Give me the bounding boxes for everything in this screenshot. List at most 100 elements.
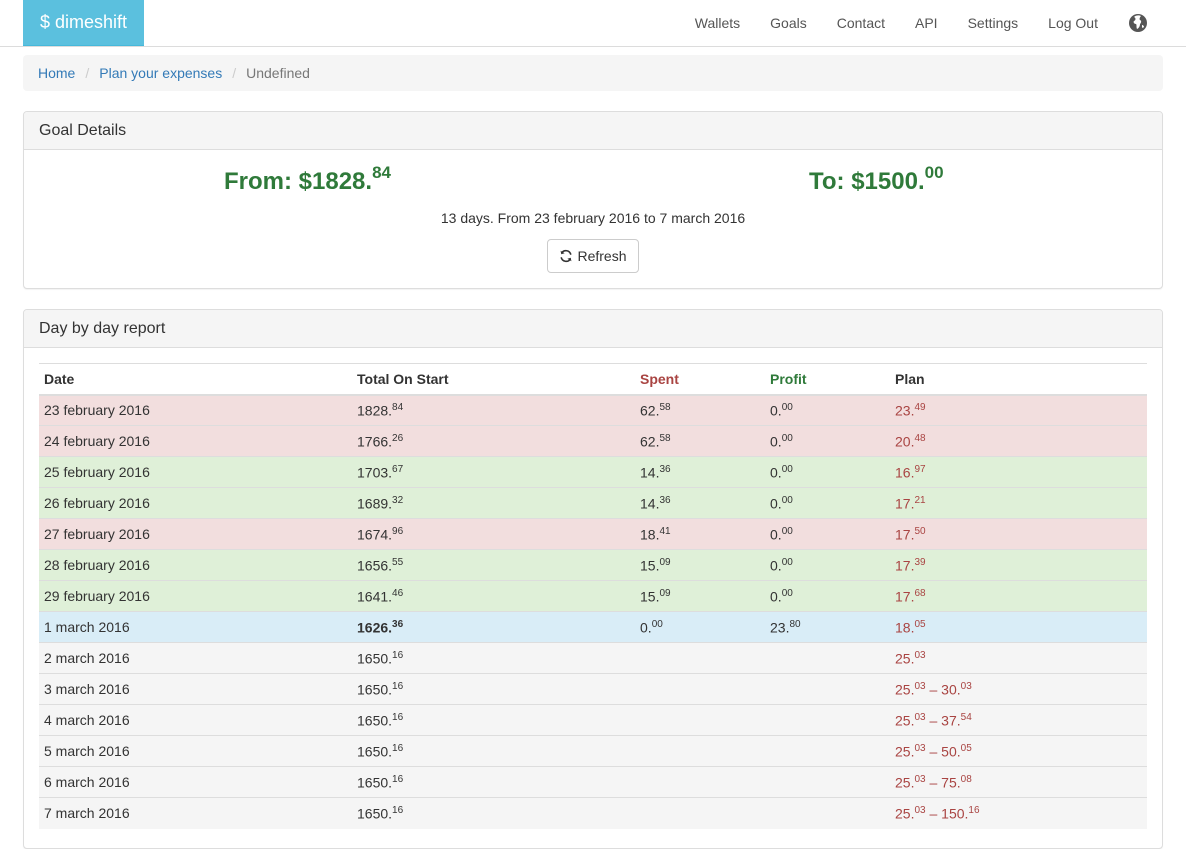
table-row: 1 march 2016 1626.36 0.00 23.80 18.05 [39, 611, 1147, 643]
table-row: 24 february 2016 1766.26 62.58 0.00 20.48 [39, 425, 1147, 457]
brand-logo[interactable]: $ dimeshift [23, 0, 144, 46]
cell-profit [765, 704, 890, 736]
cell-total: 1674.96 [352, 518, 635, 550]
table-body: 23 february 2016 1828.84 62.58 0.00 23.49 24 … [39, 394, 1147, 829]
nav-logout[interactable]: Log Out [1033, 0, 1113, 46]
nav-contact[interactable]: Contact [822, 0, 900, 46]
cell-total: 1650.16 [352, 673, 635, 705]
refresh-button[interactable]: Refresh [547, 239, 639, 273]
header-plan: Plan [890, 363, 1147, 396]
cell-date: 4 march 2016 [39, 704, 352, 736]
goal-details-panel: Goal Details From: $1828.84 To: $1500.00… [23, 111, 1163, 289]
table-row: 25 february 2016 1703.67 14.36 0.00 16.97 [39, 456, 1147, 488]
table-row: 23 february 2016 1828.84 62.58 0.00 23.49 [39, 394, 1147, 426]
cell-total: 1650.16 [352, 642, 635, 674]
breadcrumb-current: Undefined [246, 65, 310, 81]
goal-to-amount: To: $1500.00 [809, 163, 944, 195]
cell-spent: 14.36 [635, 487, 765, 519]
cell-date: 1 march 2016 [39, 611, 352, 643]
cell-date: 28 february 2016 [39, 549, 352, 581]
cell-total: 1650.16 [352, 797, 635, 829]
breadcrumb: Home / Plan your expenses / Undefined [23, 55, 1163, 91]
cell-spent: 14.36 [635, 456, 765, 488]
table-row: 28 february 2016 1656.55 15.09 0.00 17.39 [39, 549, 1147, 581]
breadcrumb-plan[interactable]: Plan your expenses [99, 65, 222, 81]
cell-spent [635, 673, 765, 705]
cell-date: 5 march 2016 [39, 735, 352, 767]
cell-date: 26 february 2016 [39, 487, 352, 519]
breadcrumb-home[interactable]: Home [38, 65, 75, 81]
cell-profit: 0.00 [765, 549, 890, 581]
goal-amounts: From: $1828.84 To: $1500.00 [24, 150, 1162, 210]
cell-date: 29 february 2016 [39, 580, 352, 612]
cell-total: 1626.36 [352, 611, 635, 643]
cell-plan: 25.03 – 37.54 [890, 704, 1147, 736]
cell-plan: 17.68 [890, 580, 1147, 612]
table-row: 3 march 2016 1650.16 25.03 – 30.03 [39, 673, 1147, 705]
nav-wallets[interactable]: Wallets [680, 0, 755, 46]
goal-from-amount: From: $1828.84 [224, 163, 391, 195]
day-report-table: Date Total On Start Spent Profit Plan 23… [39, 363, 1147, 829]
cell-spent [635, 797, 765, 829]
cell-total: 1650.16 [352, 766, 635, 798]
cell-profit: 0.00 [765, 456, 890, 488]
cell-spent: 18.41 [635, 518, 765, 550]
cell-date: 23 february 2016 [39, 394, 352, 426]
table-row: 26 february 2016 1689.32 14.36 0.00 17.21 [39, 487, 1147, 519]
cell-total: 1650.16 [352, 735, 635, 767]
table-row: 2 march 2016 1650.16 25.03 [39, 642, 1147, 674]
table-row: 7 march 2016 1650.16 25.03 – 150.16 [39, 797, 1147, 829]
cell-plan: 17.39 [890, 549, 1147, 581]
cell-date: 3 march 2016 [39, 673, 352, 705]
day-report-panel: Day by day report Date Total On Start Sp… [23, 309, 1163, 849]
cell-profit: 0.00 [765, 487, 890, 519]
refresh-icon [560, 249, 573, 263]
cell-plan: 17.21 [890, 487, 1147, 519]
cell-date: 6 march 2016 [39, 766, 352, 798]
nav-api[interactable]: API [900, 0, 953, 46]
table-header-row: Date Total On Start Spent Profit Plan [39, 363, 1147, 396]
cell-date: 27 february 2016 [39, 518, 352, 550]
cell-profit: 0.00 [765, 425, 890, 457]
cell-profit [765, 797, 890, 829]
table-row: 27 february 2016 1674.96 18.41 0.00 17.50 [39, 518, 1147, 550]
cell-plan: 25.03 – 50.05 [890, 735, 1147, 767]
cell-total: 1703.67 [352, 456, 635, 488]
cell-plan: 17.50 [890, 518, 1147, 550]
cell-plan: 25.03 – 150.16 [890, 797, 1147, 829]
nav-goals[interactable]: Goals [755, 0, 822, 46]
cell-date: 2 march 2016 [39, 642, 352, 674]
cell-profit [765, 673, 890, 705]
cell-total: 1656.55 [352, 549, 635, 581]
cell-profit: 0.00 [765, 394, 890, 426]
table-row: 29 february 2016 1641.46 15.09 0.00 17.68 [39, 580, 1147, 612]
cell-plan: 25.03 – 75.08 [890, 766, 1147, 798]
cell-spent: 0.00 [635, 611, 765, 643]
header-date: Date [39, 363, 352, 396]
header-profit: Profit [765, 363, 890, 396]
globe-icon[interactable] [1128, 13, 1148, 33]
cell-spent [635, 735, 765, 767]
cell-plan: 25.03 – 30.03 [890, 673, 1147, 705]
table-row: 6 march 2016 1650.16 25.03 – 75.08 [39, 766, 1147, 798]
cell-plan: 18.05 [890, 611, 1147, 643]
cell-date: 25 february 2016 [39, 456, 352, 488]
cell-total: 1641.46 [352, 580, 635, 612]
cell-profit: 0.00 [765, 518, 890, 550]
cell-profit: 23.80 [765, 611, 890, 643]
cell-profit [765, 735, 890, 767]
cell-plan: 25.03 [890, 642, 1147, 674]
cell-profit: 0.00 [765, 580, 890, 612]
nav-settings[interactable]: Settings [953, 0, 1034, 46]
cell-profit [765, 642, 890, 674]
table-row: 5 march 2016 1650.16 25.03 – 50.05 [39, 735, 1147, 767]
main-nav: Wallets Goals Contact API Settings Log O… [680, 0, 1186, 46]
cell-spent [635, 642, 765, 674]
header-spent: Spent [635, 363, 765, 396]
breadcrumb-separator: / [232, 65, 237, 81]
cell-total: 1828.84 [352, 394, 635, 426]
cell-spent [635, 704, 765, 736]
panel-title: Goal Details [24, 112, 1162, 150]
cell-total: 1689.32 [352, 487, 635, 519]
cell-spent [635, 766, 765, 798]
